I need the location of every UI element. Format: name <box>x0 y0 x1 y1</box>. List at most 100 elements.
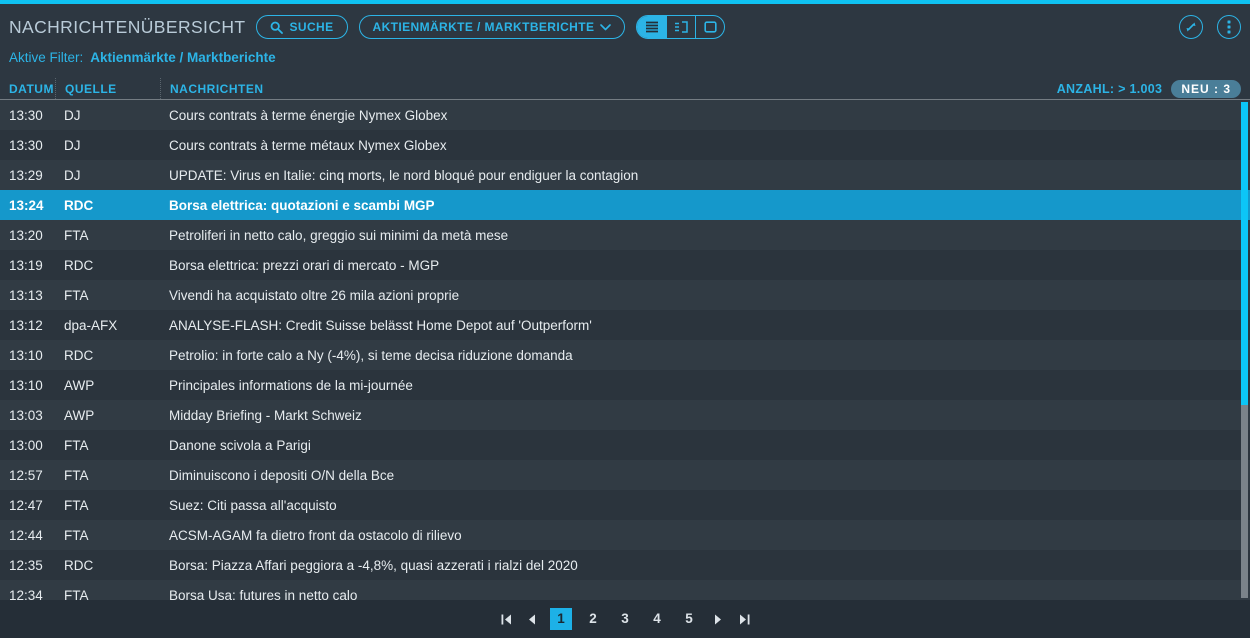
row-headline: Borsa elettrica: quotazioni e scambi MGP <box>160 198 1250 213</box>
page-number-4[interactable]: 4 <box>646 608 668 630</box>
news-table-body: 13:30 DJ Cours contrats à terme énergie … <box>0 100 1250 600</box>
row-time: 13:10 <box>0 348 55 363</box>
table-row[interactable]: 12:57 FTA Diminuiscono i depositi O/N de… <box>0 460 1250 490</box>
row-headline: Cours contrats à terme énergie Nymex Glo… <box>160 108 1250 123</box>
scrollbar-track[interactable] <box>1241 102 1248 598</box>
next-page-icon <box>714 614 722 625</box>
kebab-menu-icon <box>1227 20 1231 34</box>
row-time: 13:03 <box>0 408 55 423</box>
row-headline: Danone scivola a Parigi <box>160 438 1250 453</box>
prev-page-button[interactable] <box>524 611 540 627</box>
page-number-list: 12345 <box>550 608 700 630</box>
row-time: 13:30 <box>0 138 55 153</box>
search-icon <box>270 21 283 34</box>
row-source: RDC <box>55 258 160 273</box>
detail-view-icon <box>704 21 717 33</box>
next-page-button[interactable] <box>710 611 726 627</box>
table-row[interactable]: 13:30 DJ Cours contrats à terme énergie … <box>0 100 1250 130</box>
table-row[interactable]: 13:30 DJ Cours contrats à terme métaux N… <box>0 130 1250 160</box>
row-source: RDC <box>55 558 160 573</box>
row-time: 12:35 <box>0 558 55 573</box>
row-source: dpa-AFX <box>55 318 160 333</box>
active-filter-label: Aktive Filter: <box>9 50 83 65</box>
first-page-button[interactable] <box>498 611 514 627</box>
table-row[interactable]: 13:20 FTA Petroliferi in netto calo, gre… <box>0 220 1250 250</box>
last-page-icon <box>739 614 750 625</box>
row-time: 13:30 <box>0 108 55 123</box>
last-page-button[interactable] <box>736 611 752 627</box>
active-filter-bar: Aktive Filter: Aktienmärkte / Marktberic… <box>0 50 1250 78</box>
table-row[interactable]: 12:34 FTA Borsa Usa: futures in netto ca… <box>0 580 1250 600</box>
view-toggle-split[interactable] <box>666 16 695 38</box>
row-headline: Principales informations de la mi-journé… <box>160 378 1250 393</box>
menu-button[interactable] <box>1217 15 1241 39</box>
expand-button[interactable] <box>1179 15 1203 39</box>
row-time: 12:44 <box>0 528 55 543</box>
table-rows-container: 13:30 DJ Cours contrats à terme énergie … <box>0 100 1250 600</box>
new-badge: NEU : 3 <box>1171 80 1241 98</box>
column-header-quelle: QUELLE <box>55 78 160 99</box>
view-toggle-group <box>636 15 725 39</box>
table-row[interactable]: 12:47 FTA Suez: Citi passa all'acquisto <box>0 490 1250 520</box>
first-page-icon <box>501 614 512 625</box>
row-time: 12:57 <box>0 468 55 483</box>
page-number-1[interactable]: 1 <box>550 608 572 630</box>
row-time: 13:13 <box>0 288 55 303</box>
table-row[interactable]: 12:35 RDC Borsa: Piazza Affari peggiora … <box>0 550 1250 580</box>
row-time: 13:19 <box>0 258 55 273</box>
row-headline: Petroliferi in netto calo, greggio sui m… <box>160 228 1250 243</box>
chevron-down-icon <box>600 24 611 31</box>
table-row[interactable]: 13:19 RDC Borsa elettrica: prezzi orari … <box>0 250 1250 280</box>
row-headline: Petrolio: in forte calo a Ny (-4%), si t… <box>160 348 1250 363</box>
table-row[interactable]: 13:29 DJ UPDATE: Virus en Italie: cinq m… <box>0 160 1250 190</box>
row-headline: ACSM-AGAM fa dietro front da ostacolo di… <box>160 528 1250 543</box>
column-header-datum: DATUM <box>0 78 55 99</box>
table-header: DATUM QUELLE NACHRICHTEN ANZAHL: > 1.003… <box>0 78 1250 100</box>
page-number-5[interactable]: 5 <box>678 608 700 630</box>
row-source: FTA <box>55 288 160 303</box>
page-number-3[interactable]: 3 <box>614 608 636 630</box>
row-headline: Cours contrats à terme métaux Nymex Glob… <box>160 138 1250 153</box>
table-row[interactable]: 13:24 RDC Borsa elettrica: quotazioni e … <box>0 190 1250 220</box>
view-toggle-list[interactable] <box>637 16 666 38</box>
row-headline: UPDATE: Virus en Italie: cinq morts, le … <box>160 168 1250 183</box>
search-button[interactable]: SUCHE <box>256 15 347 39</box>
table-row[interactable]: 13:03 AWP Midday Briefing - Markt Schwei… <box>0 400 1250 430</box>
row-source: RDC <box>55 198 160 213</box>
split-view-icon <box>674 21 688 33</box>
search-button-label: SUCHE <box>289 20 333 34</box>
scrollbar-thumb[interactable] <box>1241 102 1248 405</box>
row-time: 13:00 <box>0 438 55 453</box>
count-label: ANZAHL: > 1.003 <box>1057 82 1163 96</box>
page-title: NACHRICHTENÜBERSICHT <box>9 17 245 38</box>
table-row[interactable]: 13:00 FTA Danone scivola a Parigi <box>0 430 1250 460</box>
row-headline: Diminuiscono i depositi O/N della Bce <box>160 468 1250 483</box>
page-number-2[interactable]: 2 <box>582 608 604 630</box>
row-headline: Borsa: Piazza Affari peggiora a -4,8%, q… <box>160 558 1250 573</box>
row-headline: Vivendi ha acquistato oltre 26 mila azio… <box>160 288 1250 303</box>
row-time: 12:47 <box>0 498 55 513</box>
table-row[interactable]: 13:13 FTA Vivendi ha acquistato oltre 26… <box>0 280 1250 310</box>
row-source: AWP <box>55 378 160 393</box>
title-bar: NACHRICHTENÜBERSICHT SUCHE AKTIENMÄRKTE … <box>0 4 1250 50</box>
table-row[interactable]: 12:44 FTA ACSM-AGAM fa dietro front da o… <box>0 520 1250 550</box>
list-view-icon <box>645 21 659 33</box>
row-source: FTA <box>55 588 160 601</box>
active-filter-value: Aktienmärkte / Marktberichte <box>90 50 275 65</box>
table-row[interactable]: 13:12 dpa-AFX ANALYSE-FLASH: Credit Suis… <box>0 310 1250 340</box>
row-source: FTA <box>55 498 160 513</box>
pagination-footer: 12345 <box>0 600 1250 638</box>
category-filter-dropdown[interactable]: AKTIENMÄRKTE / MARKTBERICHTE <box>359 15 626 39</box>
row-source: FTA <box>55 528 160 543</box>
row-headline: Borsa elettrica: prezzi orari di mercato… <box>160 258 1250 273</box>
table-row[interactable]: 13:10 RDC Petrolio: in forte calo a Ny (… <box>0 340 1250 370</box>
expand-icon <box>1185 21 1197 33</box>
view-toggle-detail[interactable] <box>695 16 724 38</box>
row-source: DJ <box>55 108 160 123</box>
row-time: 13:29 <box>0 168 55 183</box>
table-row[interactable]: 13:10 AWP Principales informations de la… <box>0 370 1250 400</box>
row-headline: Midday Briefing - Markt Schweiz <box>160 408 1250 423</box>
category-filter-label: AKTIENMÄRKTE / MARKTBERICHTE <box>373 20 595 34</box>
row-headline: Suez: Citi passa all'acquisto <box>160 498 1250 513</box>
row-source: AWP <box>55 408 160 423</box>
